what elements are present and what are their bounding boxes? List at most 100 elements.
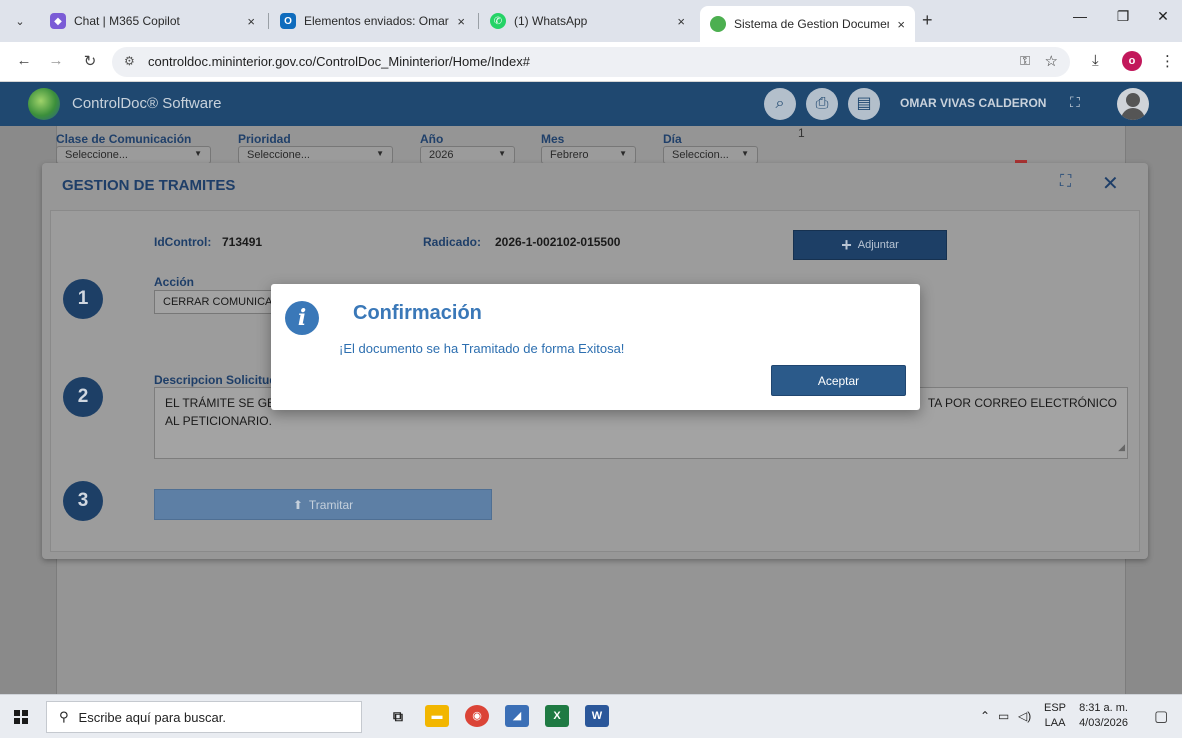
- filter-dia-select[interactable]: Seleccion... ▼: [663, 146, 758, 164]
- filter-prioridad-select[interactable]: Seleccione... ▼: [238, 146, 393, 164]
- notifications-icon[interactable]: ▢: [1154, 707, 1168, 725]
- language-indicator[interactable]: ESP LAA: [1044, 701, 1066, 731]
- adjuntar-button[interactable]: + Adjuntar: [793, 230, 947, 260]
- taskbar-search[interactable]: ⚲ Escribe aquí para buscar.: [46, 701, 362, 733]
- modal-title: GESTION DE TRAMITES: [62, 177, 236, 194]
- filter-mes-label: Mes: [541, 132, 565, 146]
- tab-search-menu-icon[interactable]: ⌄: [8, 9, 32, 33]
- step-1-badge: 1: [63, 279, 103, 319]
- restore-icon[interactable]: ❐: [1108, 8, 1138, 25]
- printer-icon[interactable]: ⎙: [806, 88, 838, 120]
- step-3-badge: 3: [63, 481, 103, 521]
- forward-icon[interactable]: →: [46, 52, 66, 69]
- copilot-icon: ◆: [50, 13, 66, 29]
- user-name[interactable]: OMAR VIVAS CALDERON: [900, 96, 1046, 110]
- download-icon[interactable]: ⤓: [1092, 52, 1099, 69]
- new-tab-icon[interactable]: +: [922, 10, 933, 31]
- document-icon[interactable]: ▤: [848, 88, 880, 120]
- tab-title: Elementos enviados: Omar Viva: [304, 14, 449, 28]
- idcontrol-label: IdControl:: [154, 235, 212, 249]
- confirm-message: ¡El documento se ha Tramitado de forma E…: [339, 341, 625, 356]
- caret-down-icon: ▼: [376, 149, 384, 158]
- filter-value: Seleccione...: [247, 149, 310, 161]
- filter-anio-select[interactable]: 2026 ▼: [420, 146, 515, 164]
- chrome-icon[interactable]: ◉: [465, 705, 489, 727]
- profile-avatar[interactable]: o: [1122, 51, 1142, 71]
- bookmark-star-icon[interactable]: ☆: [1045, 52, 1058, 70]
- word-icon[interactable]: W: [585, 705, 609, 727]
- confirmation-dialog: i Confirmación ¡El documento se ha Trami…: [271, 284, 920, 410]
- start-button[interactable]: [0, 695, 42, 738]
- caret-down-icon: ▼: [194, 149, 202, 158]
- filter-value: 2026: [429, 149, 454, 161]
- window-close-icon[interactable]: ✕: [1148, 8, 1178, 25]
- tray-chevron-icon[interactable]: ⌃: [980, 709, 990, 723]
- filter-clase-select[interactable]: Seleccione... ▼: [56, 146, 211, 164]
- app-icon[interactable]: ◢: [505, 705, 529, 727]
- expand-icon[interactable]: ⛶: [1060, 173, 1071, 191]
- reload-icon[interactable]: ↻: [80, 52, 100, 70]
- task-view-icon[interactable]: ⧉: [386, 705, 410, 727]
- radicado-value: 2026-1-002102-015500: [495, 235, 621, 249]
- tab-divider: [478, 13, 479, 29]
- address-bar[interactable]: ⚙ controldoc.mininterior.gov.co/ControlD…: [112, 47, 1070, 77]
- password-key-icon[interactable]: ⚿: [1020, 53, 1030, 69]
- filter-mes-select[interactable]: Febrero ▼: [541, 146, 636, 164]
- url-text[interactable]: controldoc.mininterior.gov.co/ControlDoc…: [148, 54, 530, 69]
- app-header: ControlDoc® Software ⌕ ⎙ ▤ OMAR VIVAS CA…: [0, 82, 1182, 126]
- file-explorer-icon[interactable]: ▬: [425, 705, 449, 727]
- volume-icon[interactable]: ◁): [1018, 709, 1031, 723]
- descripcion-text-line2: AL PETICIONARIO.: [165, 414, 272, 428]
- close-tab-icon[interactable]: ×: [457, 14, 465, 29]
- descripcion-text-left: EL TRÁMITE SE GES: [165, 396, 284, 410]
- filter-prioridad-label: Prioridad: [238, 132, 291, 146]
- user-avatar[interactable]: [1117, 88, 1149, 120]
- caret-down-icon: ▼: [619, 149, 627, 158]
- tab-gestion-documental[interactable]: Sistema de Gestion Documenta ×: [700, 6, 915, 42]
- minimize-icon[interactable]: —: [1065, 8, 1095, 24]
- windows-icon: [14, 710, 28, 724]
- app-name: ControlDoc® Software: [72, 95, 222, 112]
- tab-title: (1) WhatsApp: [514, 14, 588, 28]
- tab-title: Chat | M365 Copilot: [74, 14, 180, 28]
- search-icon: ⚲: [59, 709, 69, 724]
- info-icon: i: [285, 301, 319, 335]
- adjuntar-label: Adjuntar: [857, 239, 899, 251]
- tramitar-button[interactable]: ⬆ Tramitar: [154, 489, 492, 520]
- fullscreen-icon[interactable]: ⛶: [1070, 94, 1080, 111]
- accion-label: Acción: [154, 275, 195, 289]
- clock-date: 4/03/2026: [1079, 717, 1128, 729]
- excel-icon[interactable]: X: [545, 705, 569, 727]
- result-count: 1: [798, 126, 805, 140]
- tab-divider: [268, 13, 269, 29]
- clock[interactable]: 8:31 a. m. 4/03/2026: [1078, 701, 1128, 731]
- filter-clase-label: Clase de Comunicación: [56, 132, 192, 146]
- aceptar-button[interactable]: Aceptar: [771, 365, 906, 396]
- close-tab-icon[interactable]: ×: [247, 14, 255, 29]
- descripcion-label: Descripcion Solicitud: [154, 373, 277, 387]
- close-tab-icon[interactable]: ×: [897, 17, 905, 32]
- menu-kebab-icon[interactable]: ⋮: [1160, 52, 1175, 70]
- network-icon[interactable]: ▭: [998, 709, 1009, 723]
- search-placeholder: Escribe aquí para buscar.: [78, 709, 226, 725]
- close-tab-icon[interactable]: ×: [677, 14, 685, 29]
- search-icon[interactable]: ⌕: [764, 88, 796, 120]
- radicado-label: Radicado:: [423, 235, 482, 249]
- filter-value: Seleccione...: [65, 149, 128, 161]
- site-info-icon[interactable]: ⚙: [124, 54, 135, 68]
- back-icon[interactable]: ←: [14, 52, 34, 69]
- filter-dia-label: Día: [663, 132, 682, 146]
- controldoc-logo-icon: [28, 88, 60, 120]
- upload-icon: ⬆: [292, 497, 303, 512]
- caret-down-icon: ▼: [741, 149, 749, 158]
- browser-toolbar: ← → ↻ ⚙ controldoc.mininterior.gov.co/Co…: [0, 42, 1182, 82]
- outlook-icon: O: [280, 13, 296, 29]
- resize-grip-icon[interactable]: ◢: [1118, 438, 1125, 456]
- tab-whatsapp[interactable]: ✆ (1) WhatsApp ×: [480, 7, 695, 35]
- filter-value: Febrero: [550, 149, 589, 161]
- idcontrol-value: 713491: [222, 235, 263, 249]
- whatsapp-icon: ✆: [490, 13, 506, 29]
- tab-m365-copilot[interactable]: ◆ Chat | M365 Copilot ×: [40, 7, 265, 35]
- tab-outlook-sent[interactable]: O Elementos enviados: Omar Viva ×: [270, 7, 475, 35]
- close-icon[interactable]: ✕: [1102, 171, 1119, 196]
